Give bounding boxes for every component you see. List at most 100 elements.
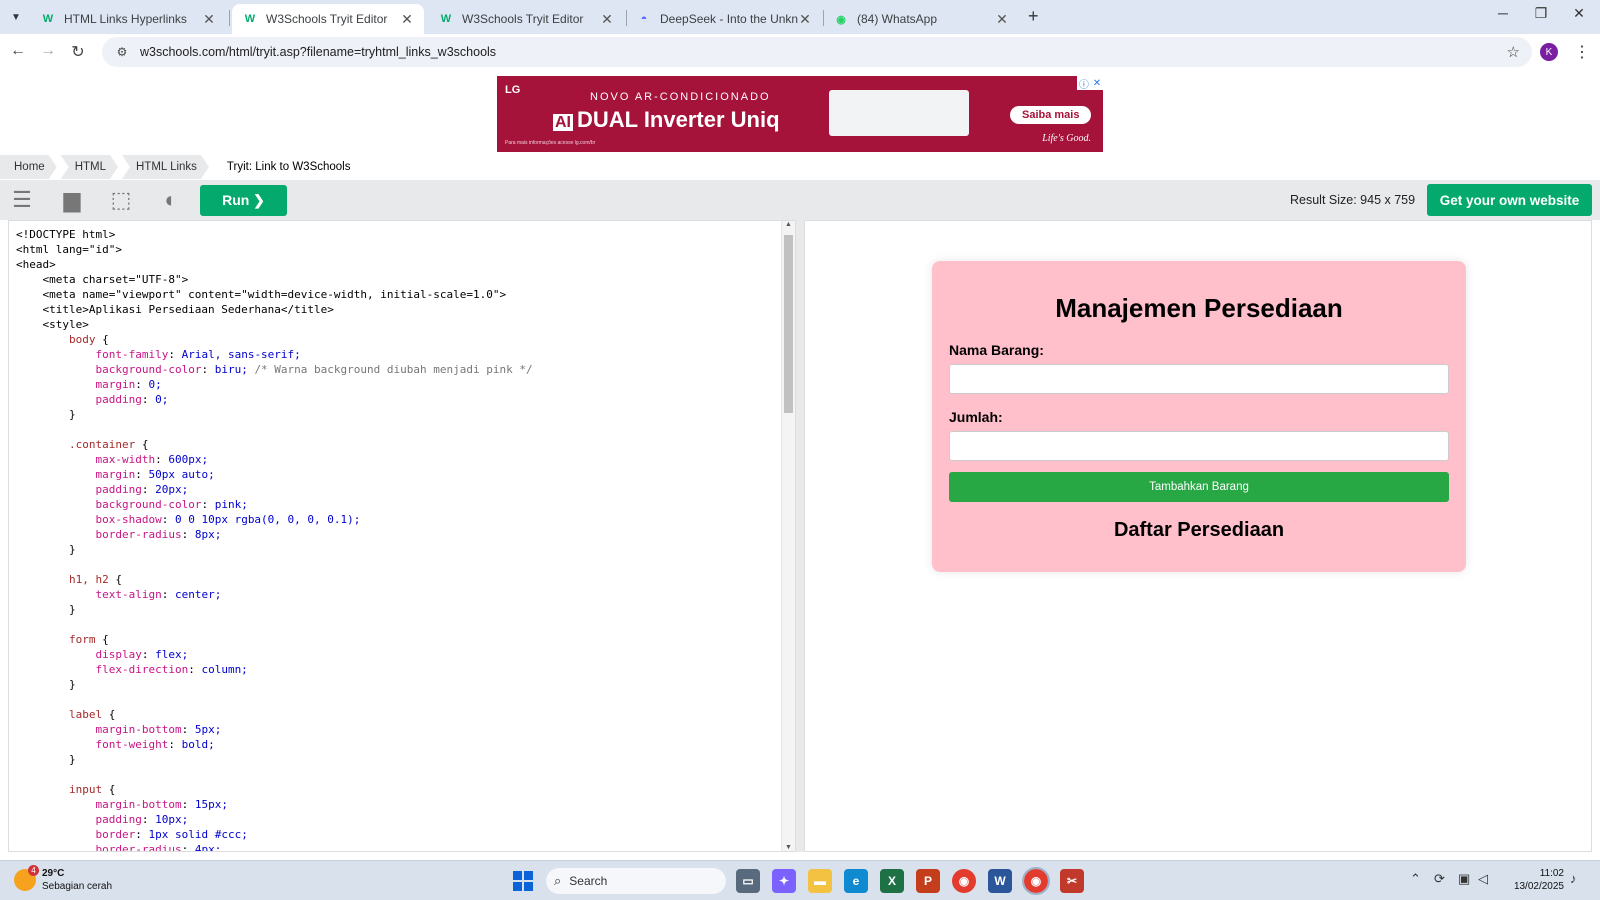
breadcrumb-html[interactable]: HTML (61, 155, 118, 179)
code-line: margin: 0; (95, 378, 162, 391)
site-info-icon[interactable]: ⚙ (112, 45, 132, 59)
back-icon[interactable]: ← (6, 42, 30, 60)
tab-deepseek[interactable]: ◓ DeepSeek - Into the Unknown ✕ (626, 4, 822, 34)
search-icon: ⌕ (554, 873, 562, 888)
bookmark-star-icon[interactable]: ☆ (1507, 43, 1520, 61)
save-icon[interactable]: ▆ (59, 187, 85, 212)
close-tab-icon[interactable]: ✕ (202, 11, 216, 28)
label-nama-barang: Nama Barang: (949, 342, 1044, 358)
close-tab-icon[interactable]: ✕ (400, 11, 414, 28)
tab-whatsapp[interactable]: ◉ (84) WhatsApp ✕ (823, 4, 1019, 34)
nama-barang-input[interactable] (949, 364, 1449, 394)
code-line: padding: 0; (95, 393, 169, 406)
network-icon[interactable]: ▣ (1458, 871, 1470, 887)
inventory-container: Manajemen Persediaan Nama Barang: Jumlah… (932, 261, 1466, 572)
dark-mode-icon[interactable]: ◐ (158, 187, 184, 212)
get-your-own-website-button[interactable]: Get your own website (1427, 184, 1592, 216)
windows-start-icon[interactable] (513, 871, 533, 891)
run-button[interactable]: Run ❯ (200, 185, 287, 216)
air-conditioner-image (829, 90, 969, 136)
code-line: margin-bottom: 15px; (95, 798, 228, 811)
code-line: } (16, 678, 76, 691)
breadcrumb-html-links[interactable]: HTML Links (122, 155, 209, 179)
ad-cta-button[interactable]: Saiba mais (1010, 106, 1092, 124)
code-line: label { (16, 708, 116, 721)
menu-hamburger-icon[interactable]: ☰ (9, 187, 35, 212)
tab-tryit-editor-active[interactable]: W W3Schools Tryit Editor ✕ (232, 4, 424, 34)
pane-divider[interactable] (796, 220, 804, 852)
code-editor[interactable]: <!DOCTYPE html> <html lang="id"> <head> <m… (8, 220, 796, 852)
weather-badge: 4 (28, 865, 39, 876)
browser-toolbar: ← → ↻ ⚙ w3schools.com/html/tryit.asp?fil… (0, 34, 1600, 72)
code-line: <meta name="viewport" content="width=dev… (16, 288, 507, 301)
jumlah-input[interactable] (949, 431, 1449, 461)
code-text[interactable]: <!DOCTYPE html> <html lang="id"> <head> <m… (16, 227, 533, 851)
address-bar[interactable]: ⚙ w3schools.com/html/tryit.asp?filename=… (102, 37, 1532, 67)
weather-widget[interactable]: 4 29°C Sebagian cerah (14, 865, 112, 893)
tray-overflow-icon[interactable]: ⌃ (1410, 871, 1421, 887)
rotate-layout-icon[interactable]: ⬚ (108, 187, 134, 212)
breadcrumb: Home HTML HTML Links Tryit: Link to W3Sc… (0, 155, 1600, 179)
powerpoint-icon[interactable]: P (916, 869, 940, 893)
w3schools-icon: W (244, 13, 256, 25)
temperature: 29°C (42, 868, 65, 879)
profile-avatar[interactable]: K (1540, 43, 1558, 61)
code-line: font-weight: bold; (95, 738, 215, 751)
taskbar-search[interactable]: ⌕ Search (546, 868, 726, 894)
sync-icon[interactable]: ⟳ (1434, 871, 1445, 887)
chrome-icon[interactable]: ◉ (952, 869, 976, 893)
breadcrumb-current: Tryit: Link to W3Schools (226, 161, 351, 173)
code-line: margin-bottom: 5px; (95, 723, 222, 736)
scroll-thumb[interactable] (784, 235, 793, 413)
restore-icon[interactable]: ❐ (1526, 5, 1556, 22)
label-jumlah: Jumlah: (949, 409, 1003, 425)
snipping-tool-icon[interactable]: ✂ (1060, 869, 1084, 893)
volume-icon[interactable]: ◁ (1478, 871, 1488, 887)
editor-scrollbar[interactable]: ▲ ▼ (781, 221, 795, 851)
result-size: Result Size: 945 x 759 (1290, 193, 1416, 207)
breadcrumb-home[interactable]: Home (0, 155, 57, 179)
code-line: text-align: center; (95, 588, 222, 601)
tab-search-chevron-icon[interactable]: ▼ (6, 7, 26, 27)
edge-icon[interactable]: e (844, 869, 868, 893)
copilot-icon[interactable]: ✦ (772, 869, 796, 893)
new-tab-icon[interactable]: + (1028, 6, 1039, 27)
ad-choices[interactable]: ⓘ ✕ (1077, 76, 1103, 91)
forward-icon[interactable]: → (36, 42, 60, 60)
file-explorer-icon[interactable]: ▬ (808, 869, 832, 893)
tab-html-links[interactable]: W HTML Links Hyperlinks ✕ (30, 4, 226, 34)
code-line: input { (16, 783, 116, 796)
code-line: form { (16, 633, 109, 646)
excel-icon[interactable]: X (880, 869, 904, 893)
taskbar: 4 29°C Sebagian cerah ⌕ Search ▭ ✦ ▬ e X P… (0, 860, 1600, 900)
reload-icon[interactable]: ↻ (66, 42, 90, 62)
code-line: padding: 20px; (95, 483, 189, 496)
w3schools-icon: W (440, 13, 452, 25)
code-line: border-radius: 8px; (95, 528, 222, 541)
code-line: <title>Aplikasi Persediaan Sederhana</ti… (16, 303, 334, 316)
word-icon[interactable]: W (988, 869, 1012, 893)
close-tab-icon[interactable]: ✕ (995, 11, 1009, 28)
code-line: .container { (16, 438, 149, 451)
code-line: box-shadow: 0 0 10px rgba(0, 0, 0, 0.1); (95, 513, 361, 526)
ad-banner[interactable]: LG NOVO AR-CONDICIONADO AI DUAL Inverter … (497, 76, 1103, 152)
browser-menu-icon[interactable]: ⋮ (1574, 42, 1590, 62)
close-tab-icon[interactable]: ✕ (798, 11, 812, 28)
tab-strip: ▼ W HTML Links Hyperlinks ✕ W W3Schools … (0, 0, 1600, 34)
code-line: h1, h2 { (16, 573, 122, 586)
code-line: } (16, 543, 76, 556)
tambahkan-barang-button[interactable]: Tambahkan Barang (949, 472, 1449, 502)
chrome-active-icon[interactable]: ◉ (1022, 867, 1050, 895)
code-line: max-width: 600px; (95, 453, 209, 466)
code-line: flex-direction: column; (95, 663, 248, 676)
task-view-icon[interactable]: ▭ (736, 869, 760, 893)
clock[interactable]: 11:02 13/02/2025 (1504, 867, 1564, 893)
notification-bell-icon[interactable]: ♪ (1570, 871, 1577, 886)
minimize-icon[interactable]: ─ (1488, 5, 1518, 21)
close-window-icon[interactable]: ✕ (1564, 5, 1594, 22)
code-line: <!DOCTYPE html> (16, 228, 116, 241)
close-tab-icon[interactable]: ✕ (600, 11, 614, 28)
tab-tryit-editor-2[interactable]: W W3Schools Tryit Editor ✕ (428, 4, 624, 34)
